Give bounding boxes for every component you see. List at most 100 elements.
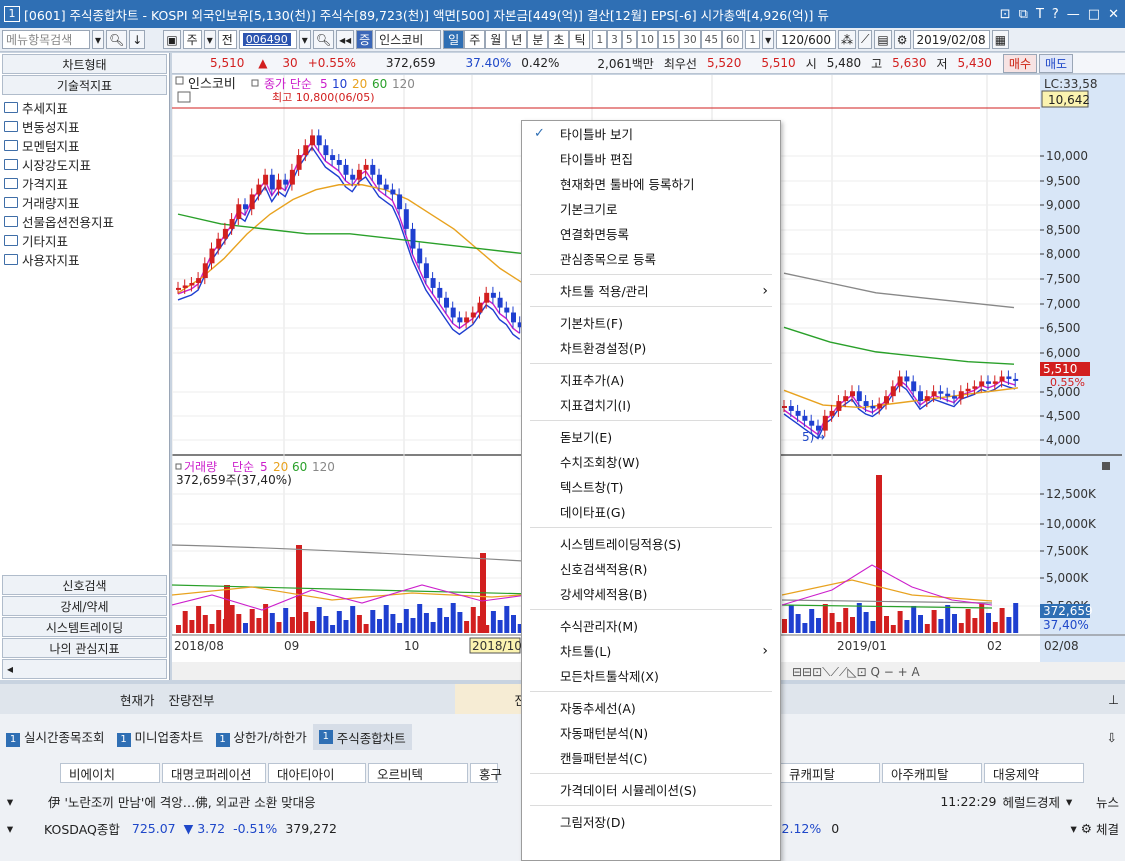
menu-item[interactable]: 신호검색적용(R): [522, 556, 780, 581]
remaining-label[interactable]: 잔량전부: [169, 690, 215, 709]
tree-item-price[interactable]: 가격지표: [4, 174, 165, 193]
menu-item[interactable]: 수식관리자(M): [522, 613, 780, 638]
layout-icon[interactable]: ▣: [163, 30, 181, 49]
menu-item[interactable]: 타이틀바 편집: [522, 146, 780, 171]
menu-item[interactable]: 가격데이터 시뮬레이션(S): [522, 777, 780, 802]
interval-5[interactable]: 5: [621, 30, 637, 49]
chart-type-button[interactable]: 차트형태: [2, 54, 167, 74]
buy-button[interactable]: 매수: [1002, 53, 1037, 73]
menu-item[interactable]: 강세약세적용(B): [522, 581, 780, 606]
period-minute[interactable]: 분: [527, 30, 549, 49]
zoom-tools-icon[interactable]: ⊟⊟⊡⟍⟋⟋◺⊡ Q − + A: [792, 665, 920, 679]
menu-item[interactable]: 연결화면등록: [522, 221, 780, 246]
scope-select[interactable]: 전: [217, 30, 237, 49]
minimize-icon[interactable]: —: [1067, 7, 1080, 22]
ticker-stock[interactable]: 대아티아이: [268, 763, 366, 783]
tree-item-others[interactable]: 기타지표: [4, 231, 165, 250]
period-tick[interactable]: 틱: [569, 30, 591, 49]
chevron-down-icon[interactable]: ▾: [92, 30, 105, 49]
technical-indicator-button[interactable]: 기술적지표: [2, 75, 167, 95]
menu-search-input[interactable]: 메뉴항목검색: [2, 30, 90, 49]
menu-item[interactable]: 캔들패턴분석(C): [522, 745, 780, 770]
news-source-dropdown-icon[interactable]: ▾: [1066, 794, 1096, 809]
menu-item[interactable]: 현재화면 툴바에 등록하기: [522, 171, 780, 196]
range-input[interactable]: 120/600: [776, 30, 836, 49]
font-icon[interactable]: T: [1036, 7, 1044, 22]
interval-45[interactable]: 45: [700, 30, 723, 49]
calendar-icon[interactable]: ▦: [991, 30, 1010, 49]
menu-item[interactable]: 자동패턴분석(N): [522, 720, 780, 745]
pane-close-icon[interactable]: [1102, 462, 1110, 470]
pin-icon[interactable]: ⊡: [1000, 7, 1011, 22]
tab-realtime[interactable]: 1 실시간종목조회: [0, 727, 111, 747]
grid-toggle-icon[interactable]: [177, 91, 191, 103]
tree-item-volatility[interactable]: 변동성지표: [4, 117, 165, 136]
arrow-down-icon[interactable]: ↓: [129, 30, 146, 49]
period-day[interactable]: 일: [443, 30, 465, 49]
menu-item[interactable]: 수치조회창(W): [522, 449, 780, 474]
menu-item[interactable]: 차트툴(L): [522, 638, 780, 663]
news-label[interactable]: 뉴스: [1096, 792, 1125, 811]
tree-item-momentum[interactable]: 모멘텀지표: [4, 136, 165, 155]
interval-10[interactable]: 10: [636, 30, 658, 49]
tab-mini-sector[interactable]: 1 미니업종차트: [111, 727, 210, 747]
ticker-stock[interactable]: 홍구: [470, 763, 502, 783]
market-select[interactable]: 주: [182, 30, 202, 49]
market-dropdown-icon[interactable]: ▾: [203, 30, 216, 49]
period-year[interactable]: 년: [506, 30, 528, 49]
tree-item-futures-options[interactable]: 선물옵션전용지표: [4, 212, 165, 231]
strength-button[interactable]: 강세/약세: [2, 596, 167, 616]
menu-item[interactable]: 기본크기로: [522, 196, 780, 221]
gear-icon[interactable]: ⚙: [893, 30, 911, 49]
save-icon[interactable]: ▤: [874, 30, 892, 49]
count-dropdown-icon[interactable]: ▾: [762, 30, 775, 49]
price-mode-label[interactable]: 현재가: [120, 690, 155, 709]
settle-label[interactable]: 체결: [1096, 819, 1125, 838]
code-dropdown-icon[interactable]: ▾: [298, 30, 311, 49]
date-input[interactable]: 2019/02/08: [912, 30, 990, 49]
period-second[interactable]: 초: [548, 30, 570, 49]
trend-icon[interactable]: ⟋: [858, 30, 873, 49]
interval-60[interactable]: 60: [722, 30, 744, 49]
settings-icon[interactable]: ▾ ⚙: [1071, 821, 1096, 836]
scroll-left-icon[interactable]: ◂: [2, 659, 167, 679]
menu-item[interactable]: 차트환경설정(P): [522, 335, 780, 360]
ticker-stock[interactable]: 오르비텍: [368, 763, 468, 783]
download-icon[interactable]: ⇩: [1107, 730, 1125, 745]
system-trading-button[interactable]: 시스템트레이딩: [2, 617, 167, 637]
period-month[interactable]: 월: [485, 30, 507, 49]
menu-item[interactable]: 지표추가(A): [522, 367, 780, 392]
signal-search-button[interactable]: 신호검색: [2, 575, 167, 595]
search-icon[interactable]: 🔍︎: [106, 30, 128, 49]
ticker-stock[interactable]: 아주캐피탈: [882, 763, 982, 783]
tree-item-volume[interactable]: 거래량지표: [4, 193, 165, 212]
code-search-icon[interactable]: 🔍︎: [312, 30, 335, 49]
ticker-stock[interactable]: 큐캐피탈: [780, 763, 880, 783]
ticker-stock[interactable]: 대명코퍼레이션: [162, 763, 266, 783]
menu-item[interactable]: 자동추세선(A): [522, 695, 780, 720]
menu-item[interactable]: 기본차트(F): [522, 310, 780, 335]
sell-button[interactable]: 매도: [1039, 53, 1074, 73]
interval-3[interactable]: 3: [607, 30, 622, 49]
period-week[interactable]: 주: [464, 30, 486, 49]
speaker-icon[interactable]: ◂◂: [336, 30, 355, 49]
menu-item[interactable]: 지표겹치기(I): [522, 392, 780, 417]
ticker-stock[interactable]: 비에이치: [60, 763, 160, 783]
tab-stock-chart[interactable]: 1 주식종합차트: [312, 724, 412, 750]
tab-limit[interactable]: 1 상한가/하한가: [210, 727, 313, 747]
menu-item[interactable]: 데이타표(G): [522, 499, 780, 524]
interval-30[interactable]: 30: [679, 30, 701, 49]
news-dropdown-icon[interactable]: ▾: [0, 794, 20, 809]
interval-count[interactable]: 1: [745, 30, 761, 49]
help-icon[interactable]: ?: [1052, 7, 1059, 22]
menu-item[interactable]: 그림저장(D): [522, 809, 780, 834]
my-indicator-button[interactable]: 나의 관심지표: [2, 638, 167, 658]
tree-item-user[interactable]: 사용자지표: [4, 250, 165, 269]
menu-item[interactable]: 시스템트레이딩적용(S): [522, 531, 780, 556]
stock-code-input[interactable]: 006490: [238, 30, 297, 49]
menu-item[interactable]: 모든차트툴삭제(X): [522, 663, 780, 688]
interval-15[interactable]: 15: [657, 30, 680, 49]
restore-icon[interactable]: ⧉: [1019, 7, 1028, 22]
menu-item[interactable]: 텍스트창(T): [522, 474, 780, 499]
menu-item[interactable]: 타이틀바 보기: [522, 121, 780, 146]
